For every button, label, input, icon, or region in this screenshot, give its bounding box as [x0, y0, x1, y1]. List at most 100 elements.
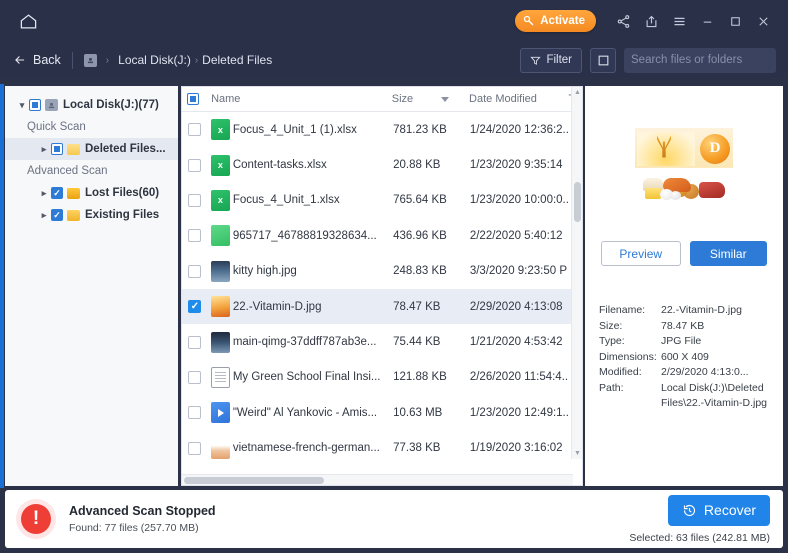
table-row[interactable]: kitty high.jpg 248.83 KB 3/3/2020 9:23:50 …	[182, 254, 582, 289]
table-row[interactable]: x Content-tasks.xlsx 20.88 KB 1/23/2020 9:3…	[182, 147, 582, 182]
preview-button[interactable]: Preview	[601, 241, 681, 266]
table-row[interactable]: My Green School Final Insi... 121.88 KB 2/…	[182, 360, 582, 395]
vertical-scrollbar[interactable]: ▲ ▼	[571, 87, 582, 459]
checkbox-existing-files[interactable]	[51, 209, 63, 221]
row-icon-cell: x	[208, 154, 233, 176]
vertical-scroll-thumb[interactable]	[574, 182, 581, 222]
row-name: My Green School Final Insi...	[232, 371, 381, 384]
egg-shape-2	[670, 190, 681, 200]
checkbox-lost-files[interactable]	[51, 187, 63, 199]
row-size: 77.38 KB	[393, 442, 441, 455]
recover-button[interactable]: Recover	[668, 494, 770, 526]
close-icon[interactable]	[750, 8, 776, 34]
export-icon[interactable]	[638, 8, 664, 34]
metadata-row: Filename: 22.-Vitamin-D.jpg	[599, 303, 783, 319]
row-icon-cell	[208, 366, 233, 388]
row-checkbox[interactable]	[188, 123, 202, 137]
sort-descending-icon[interactable]	[441, 96, 450, 102]
scroll-up-arrow-icon[interactable]: ▲	[572, 87, 582, 98]
activate-button[interactable]: Activate	[515, 10, 596, 32]
row-checkbox-cell[interactable]	[182, 264, 208, 278]
breadcrumb-item-disk[interactable]: › Local Disk(J:)	[83, 53, 191, 67]
row-checkbox-cell[interactable]	[182, 229, 208, 243]
breadcrumb-deleted-label: Deleted Files	[202, 53, 273, 67]
drive-icon	[45, 99, 58, 111]
share-icon[interactable]	[610, 8, 636, 34]
row-icon-cell	[208, 402, 233, 424]
food-graphic	[643, 168, 729, 200]
checkbox-deleted-files[interactable]	[51, 143, 63, 155]
horizontal-scrollbar[interactable]	[182, 474, 573, 485]
row-name: 965717_46788819328634...	[232, 229, 377, 242]
sidebar-item-deleted-files[interactable]: ▸ Deleted Files...	[5, 138, 178, 160]
row-checkbox-cell[interactable]	[182, 370, 208, 384]
row-checkbox[interactable]	[188, 406, 202, 420]
sidebar-item-lost-files[interactable]: ▸ Lost Files(60)	[5, 182, 178, 204]
meat-shape	[699, 181, 725, 198]
row-date: 1/21/2020 4:53:42	[469, 336, 563, 349]
nav-bar-actions: Filter	[520, 47, 788, 73]
row-checkbox[interactable]	[188, 229, 202, 243]
row-checkbox[interactable]	[188, 158, 202, 172]
row-checkbox[interactable]	[188, 335, 202, 349]
horizontal-scroll-thumb[interactable]	[184, 477, 324, 484]
row-checkbox[interactable]	[188, 300, 202, 314]
column-header-name[interactable]: Name	[208, 93, 392, 105]
metadata-key: Dimensions:	[599, 350, 657, 363]
row-checkbox[interactable]	[188, 193, 202, 207]
minimize-icon[interactable]	[694, 8, 720, 34]
table-row[interactable]: "Weird" Al Yankovic - Amis... 10.63 MB 1/2…	[182, 395, 582, 430]
status-title: Advanced Scan Stopped	[69, 504, 216, 518]
row-checkbox-cell[interactable]	[182, 158, 208, 172]
maximize-icon[interactable]	[722, 8, 748, 34]
photo-thumbnail-icon	[210, 331, 230, 353]
row-checkbox-cell[interactable]	[182, 441, 208, 455]
search-box[interactable]	[624, 47, 785, 73]
chevron-right-icon-2[interactable]: ▸	[37, 188, 51, 199]
row-checkbox-cell[interactable]	[182, 335, 208, 349]
scroll-down-arrow-icon[interactable]: ▼	[572, 448, 582, 459]
similar-button[interactable]: Similar	[689, 241, 767, 266]
photo-thumbnail-icon	[210, 260, 230, 282]
table-row[interactable]: x Focus_4_Unit_1.xlsx 765.64 KB 1/23/2020 1…	[182, 183, 582, 218]
chevron-right-icon-3[interactable]: ▸	[37, 210, 51, 221]
xlsx-file-icon: x	[210, 119, 230, 141]
menu-icon[interactable]	[666, 8, 692, 34]
metadata-value: JPG File	[661, 335, 702, 347]
breadcrumb-item-deleted-files[interactable]: Deleted Files	[202, 53, 272, 67]
table-row[interactable]: vietnamese-french-german... 77.38 KB 1/19/…	[182, 431, 582, 466]
row-checkbox-cell[interactable]	[182, 300, 208, 314]
row-checkbox-cell[interactable]	[182, 193, 208, 207]
image-file-icon	[210, 225, 230, 247]
table-row[interactable]: 22.-Vitamin-D.jpg 78.47 KB 2/29/2020 4:13:…	[182, 288, 582, 325]
filter-button[interactable]: Filter	[520, 47, 582, 73]
home-button[interactable]	[14, 7, 42, 35]
row-checkbox[interactable]	[188, 264, 202, 278]
sidebar-existing-files-label: Existing Files	[85, 209, 160, 221]
panel-toggle-button[interactable]	[590, 47, 616, 73]
row-name: "Weird" Al Yankovic - Amis...	[232, 406, 378, 419]
column-header-date[interactable]: Date Modified	[469, 93, 568, 105]
chevron-down-icon[interactable]: ▾	[15, 100, 29, 111]
row-checkbox-cell[interactable]	[182, 123, 208, 137]
preview-panel: D Preview Similar Filename: 22.-Vitamin-D…	[585, 86, 783, 486]
folder-icon	[67, 143, 80, 155]
row-checkbox[interactable]	[188, 441, 202, 455]
row-size: 75.44 KB	[393, 336, 441, 349]
checkbox-select-all[interactable]	[187, 93, 200, 105]
column-header-size[interactable]: Size	[392, 93, 469, 105]
checkbox-local-disk[interactable]	[29, 99, 41, 111]
sidebar-item-local-disk[interactable]: ▾ Local Disk(J:)(77)	[5, 94, 178, 116]
file-list-panel: Name Size Date Modified Ty xFocus_4_Unit…	[181, 86, 583, 486]
row-checkbox-cell[interactable]	[182, 406, 208, 420]
chevron-right-icon[interactable]: ▸	[37, 144, 51, 155]
back-button[interactable]: Back	[13, 53, 61, 67]
table-row[interactable]: x Focus_4_Unit_1 (1).xlsx 781.23 KB 1/24/20…	[182, 112, 582, 147]
sidebar-item-existing-files[interactable]: ▸ Existing Files	[5, 204, 178, 226]
search-input[interactable]	[631, 54, 785, 66]
table-row[interactable]: 965717_46788819328634... 436.96 KB 2/22/20…	[182, 218, 582, 253]
select-all-cell[interactable]	[182, 93, 208, 105]
table-row[interactable]: main-qimg-37ddff787ab3e... 75.44 KB 1/21/2…	[182, 324, 582, 359]
row-checkbox[interactable]	[188, 370, 202, 384]
metadata-key: Path:	[599, 381, 624, 394]
